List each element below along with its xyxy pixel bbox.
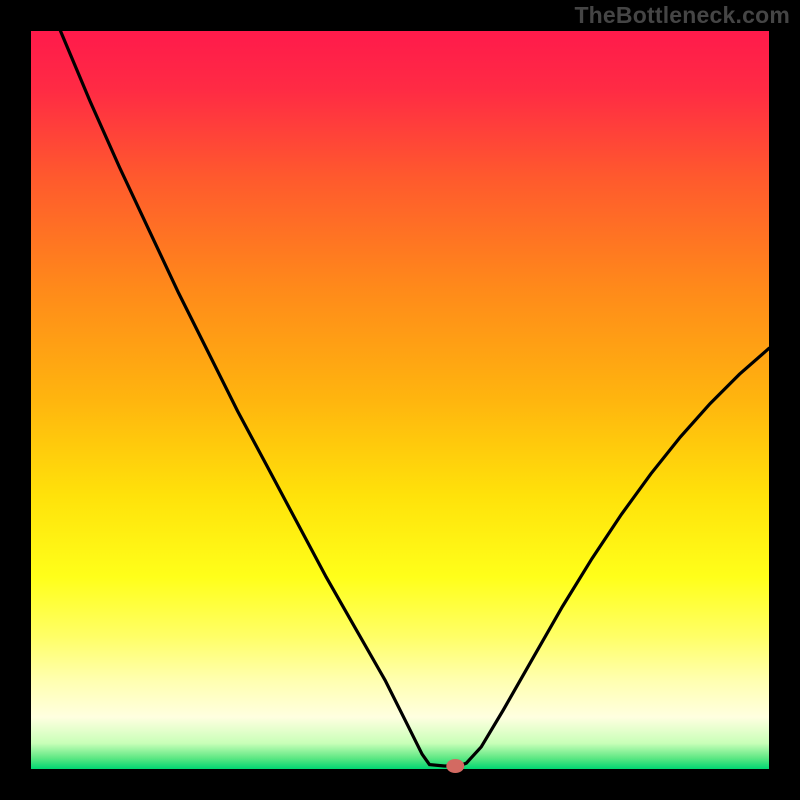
marker-dot bbox=[446, 759, 464, 773]
bottleneck-chart bbox=[0, 0, 800, 800]
chart-frame: TheBottleneck.com bbox=[0, 0, 800, 800]
watermark-text: TheBottleneck.com bbox=[574, 2, 790, 29]
plot-background bbox=[31, 31, 769, 769]
